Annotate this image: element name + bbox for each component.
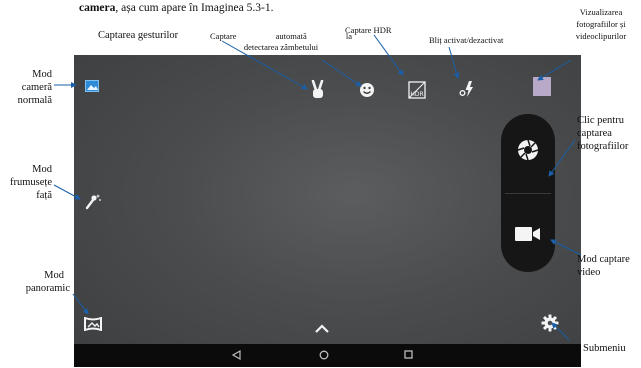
- label-normal-line2: cameră: [21, 82, 52, 93]
- label-visualize: Vizualizarea fotografiilor și videoclipu…: [561, 6, 641, 42]
- label-normal-line1: Mod: [32, 69, 52, 80]
- label-shutter-line2: captarea: [577, 128, 612, 139]
- callout-arrows: [53, 34, 582, 341]
- label-beauty-mode: Mod frumusețe față: [0, 163, 52, 202]
- label-flash: Bliț activat/dezactivat: [429, 35, 504, 45]
- label-submenu: Submeniu: [583, 343, 626, 354]
- label-video-mode: Mod captare video: [577, 253, 630, 279]
- label-smile-auto: Captare automată la detectarea zâmbetulu…: [210, 31, 352, 53]
- label-viz-line1: Vizualizarea: [579, 7, 623, 17]
- label-beauty-line2: frumusețe: [10, 177, 52, 188]
- label-smile-line2: detectarea zâmbetului: [243, 42, 319, 52]
- label-panorama-mode: Mod panoramic: [0, 269, 70, 295]
- label-shutter: Clic pentru captarea fotografiilor: [577, 114, 628, 153]
- label-viz-line3: videoclipurilor: [575, 31, 627, 41]
- label-pano-line2: panoramic: [25, 283, 70, 294]
- label-smile-line1: Captare automată la: [210, 31, 352, 41]
- label-beauty-line1: Mod: [32, 164, 52, 175]
- label-hdr: Captare HDR: [345, 25, 392, 35]
- label-shutter-line3: fotografiilor: [577, 141, 629, 152]
- label-normal-line3: normală: [17, 95, 52, 106]
- label-gestures: Captarea gesturilor: [98, 30, 179, 41]
- label-beauty-line3: față: [36, 190, 52, 201]
- label-normal-mode: Mod cameră normală: [0, 68, 52, 107]
- label-video-line2: video: [577, 267, 601, 278]
- label-video-line1: Mod captare: [577, 254, 630, 265]
- label-pano-line1: Mod: [44, 270, 64, 281]
- label-shutter-line1: Clic pentru: [577, 115, 624, 126]
- label-viz-line2: fotografiilor și: [576, 19, 626, 29]
